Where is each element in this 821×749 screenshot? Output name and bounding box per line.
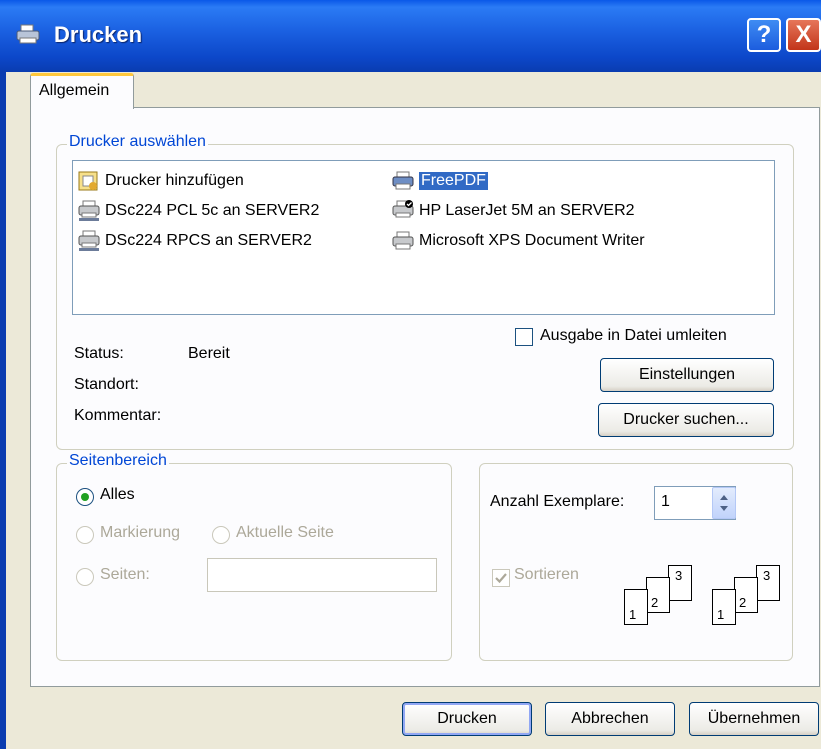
- page-icon: 2: [734, 577, 758, 613]
- page-icon: 1: [712, 589, 736, 625]
- list-item[interactable]: Drucker hinzufügen: [77, 169, 244, 193]
- group-title: Seitenbereich: [67, 452, 169, 470]
- comment-label: Kommentar:: [74, 407, 162, 424]
- current-page-radio[interactable]: [212, 526, 230, 544]
- list-item[interactable]: DSc224 RPCS an SERVER2: [77, 229, 312, 253]
- help-button[interactable]: ?: [747, 18, 781, 52]
- current-page-label[interactable]: Aktuelle Seite: [236, 524, 334, 542]
- location-label: Standort:: [74, 376, 139, 393]
- add-printer-icon: [78, 171, 98, 191]
- window-title: Drucken: [54, 22, 143, 47]
- status-value: Bereit: [188, 345, 230, 362]
- collate-illustration: 3 2 1 3 2 1: [620, 565, 790, 625]
- checkmark-icon: [495, 573, 507, 584]
- print-to-file-label[interactable]: Ausgabe in Datei umleiten: [540, 327, 727, 345]
- default-network-printer-icon: [392, 200, 414, 218]
- printer-label: Drucker hinzufügen: [105, 172, 244, 189]
- pages-radio[interactable]: [76, 568, 94, 586]
- close-button[interactable]: X: [786, 18, 821, 52]
- page-icon: 3: [756, 565, 780, 601]
- tab-general[interactable]: Allgemein: [30, 73, 134, 109]
- find-printer-button[interactable]: Drucker suchen...: [598, 403, 774, 437]
- print-to-file-checkbox[interactable]: [515, 328, 533, 346]
- list-item[interactable]: HP LaserJet 5M an SERVER2: [391, 199, 635, 223]
- pages-input[interactable]: [207, 558, 437, 592]
- page-icon: 1: [624, 589, 648, 625]
- printer-icon: [392, 171, 414, 190]
- window-frame: [0, 72, 6, 749]
- spinner-arrows-icon: [720, 495, 728, 511]
- printer-label: HP LaserJet 5M an SERVER2: [419, 202, 635, 219]
- list-item[interactable]: DSc224 PCL 5c an SERVER2: [77, 199, 319, 223]
- list-item[interactable]: FreePDF: [391, 169, 488, 193]
- printer-label: DSc224 RPCS an SERVER2: [105, 232, 312, 249]
- page-icon: 3: [668, 565, 692, 601]
- apply-button[interactable]: Übernehmen: [689, 702, 819, 736]
- copies-spinner[interactable]: [712, 487, 736, 519]
- copies-count-label: Anzahl Exemplare:: [490, 493, 625, 510]
- print-button[interactable]: Drucken: [402, 702, 532, 736]
- printer-list[interactable]: Drucker hinzufügen DSc224 PCL 5c an SERV…: [72, 160, 775, 315]
- printer-label: FreePDF: [419, 172, 488, 190]
- page-icon: 2: [646, 577, 670, 613]
- cancel-button[interactable]: Abbrechen: [545, 702, 675, 736]
- printer-label: Microsoft XPS Document Writer: [419, 232, 645, 249]
- selection-label[interactable]: Markierung: [100, 524, 180, 542]
- all-pages-radio[interactable]: [76, 488, 94, 506]
- status-label: Status:: [74, 345, 124, 362]
- settings-button[interactable]: Einstellungen: [600, 358, 774, 392]
- selection-radio[interactable]: [76, 526, 94, 544]
- pages-label[interactable]: Seiten:: [100, 566, 150, 584]
- all-pages-label[interactable]: Alles: [100, 486, 135, 504]
- printer-label: DSc224 PCL 5c an SERVER2: [105, 202, 320, 219]
- list-item[interactable]: Microsoft XPS Document Writer: [391, 229, 645, 253]
- copies-count-value: 1: [661, 493, 670, 510]
- printer-icon: [392, 231, 414, 250]
- network-printer-icon: [78, 230, 100, 251]
- printer-icon: [16, 24, 40, 44]
- tab-label: Allgemein: [39, 82, 110, 99]
- network-printer-icon: [78, 200, 100, 221]
- collate-checkbox[interactable]: [492, 569, 510, 587]
- title-bar[interactable]: Drucken ? X: [0, 0, 821, 72]
- group-title: Drucker auswählen: [67, 133, 208, 151]
- collate-label[interactable]: Sortieren: [514, 566, 579, 584]
